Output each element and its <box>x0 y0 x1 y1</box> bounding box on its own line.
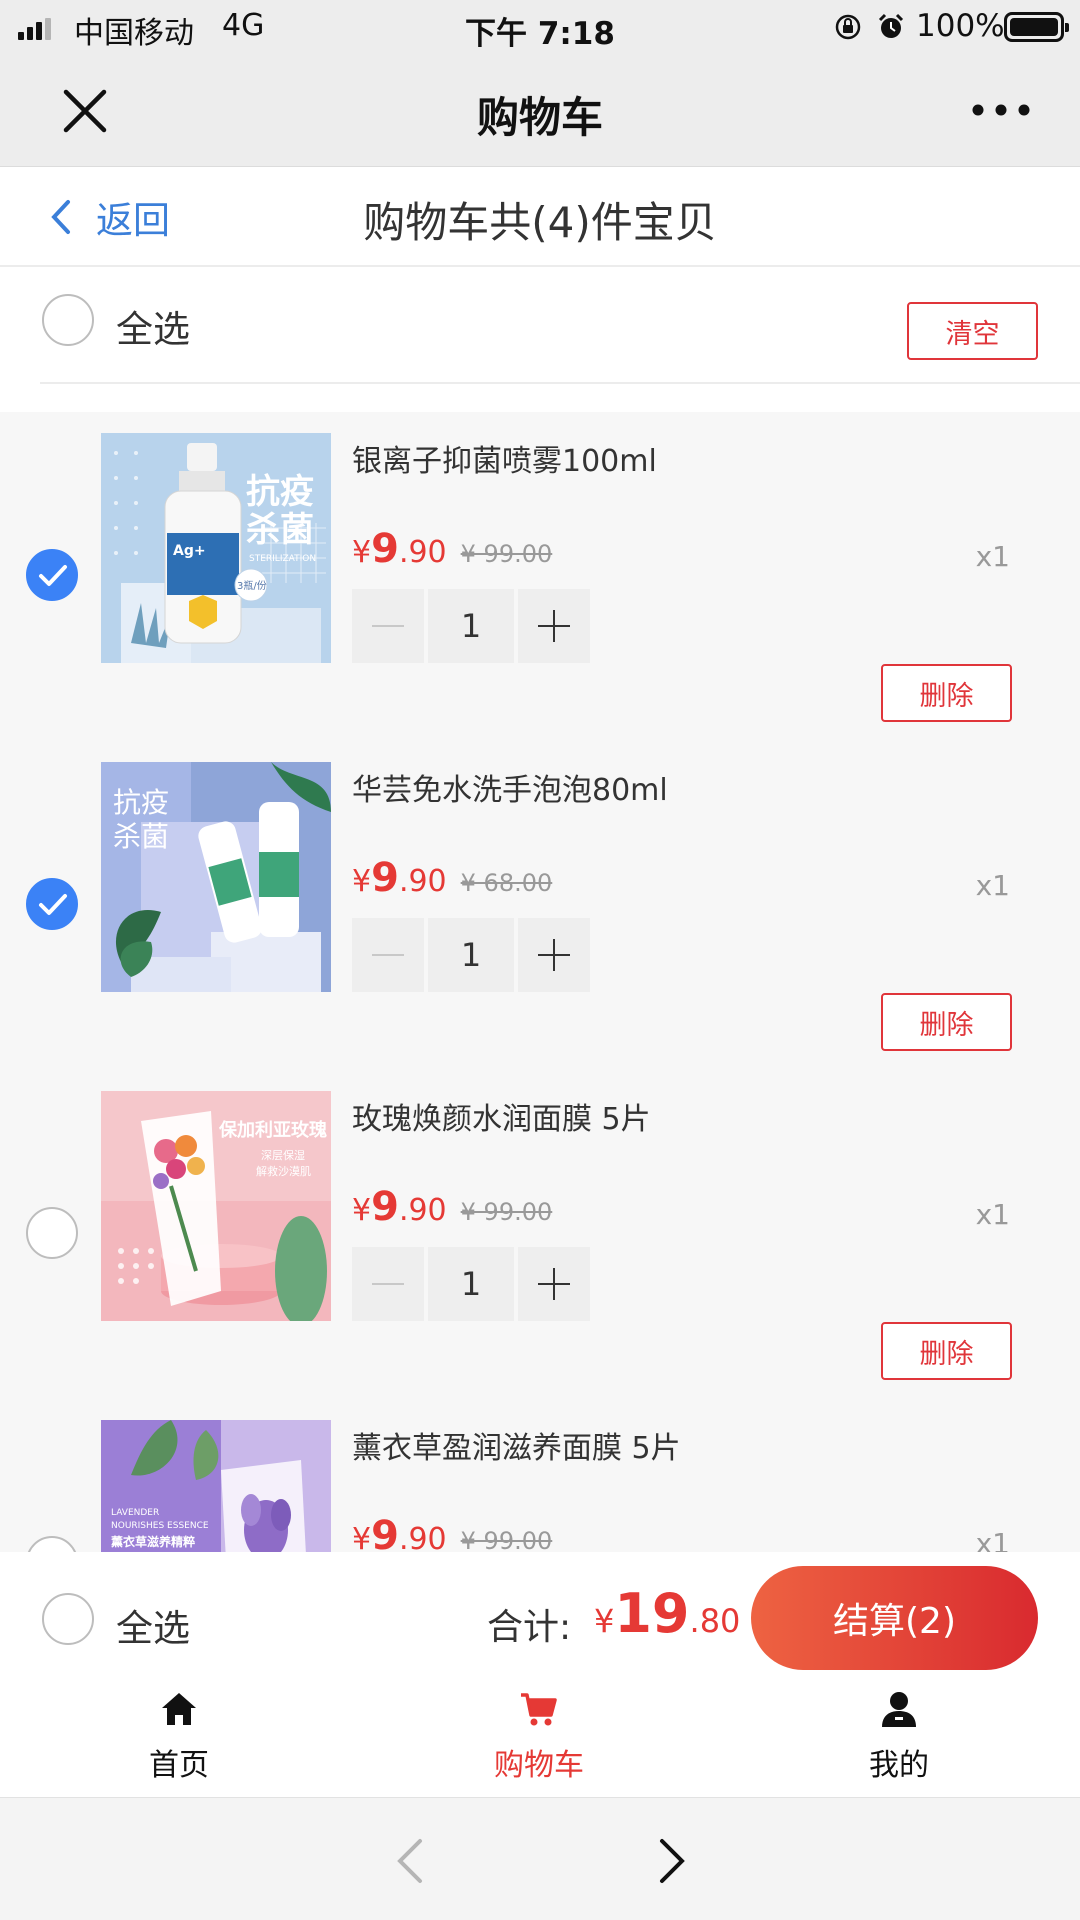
select-all-label: 全选 <box>116 308 190 351</box>
page-title: 购物车 <box>476 93 603 142</box>
browser-back-icon[interactable] <box>390 1838 430 1884</box>
browser-nav-bar <box>0 1798 1080 1920</box>
svg-text:解救沙漠肌: 解救沙漠肌 <box>256 1164 311 1178</box>
checkmark-icon <box>39 894 67 915</box>
plus-icon <box>538 610 570 642</box>
svg-text:杀菌: 杀菌 <box>246 510 314 550</box>
product-price: ¥9.90 ¥ 68.00 <box>352 855 553 901</box>
tab-label: 首页 <box>149 1748 209 1783</box>
cart-item: Ag+ 抗疫 杀菌 STERILIZATION 3瓶/份 银离子抑菌喷雾100m… <box>0 412 1080 741</box>
original-price: ¥ 99.00 <box>460 1527 553 1552</box>
original-price: ¥ 99.00 <box>460 540 553 568</box>
cart-item: 抗疫 杀菌 华芸免水洗手泡泡80ml ¥9.90 ¥ 68.00 x1 1 删除 <box>0 741 1080 1070</box>
tab-label: 购物车 <box>494 1748 584 1783</box>
minus-icon <box>372 1283 404 1285</box>
home-icon <box>162 1693 196 1725</box>
svg-text:薰衣草滋养精粹: 薰衣草滋养精粹 <box>111 1534 195 1549</box>
svg-text:LAVENDER: LAVENDER <box>111 1508 159 1518</box>
decrease-button[interactable] <box>352 589 424 663</box>
product-price: ¥9.90 ¥ 99.00 <box>352 526 553 572</box>
item-checkbox[interactable] <box>26 878 78 930</box>
svg-text:Ag+: Ag+ <box>173 543 206 559</box>
tab-label: 我的 <box>869 1748 929 1783</box>
quantity-stepper: 1 <box>352 918 590 992</box>
delete-button[interactable]: 删除 <box>881 1322 1012 1380</box>
svg-text:深层保湿: 深层保湿 <box>261 1148 305 1162</box>
quantity-value[interactable]: 1 <box>428 1247 514 1321</box>
product-name[interactable]: 银离子抑菌喷雾100ml <box>352 436 657 480</box>
product-image[interactable]: LAVENDER NOURISHES ESSENCE 薰衣草滋养精粹 <box>101 1420 331 1552</box>
item-checkbox[interactable] <box>26 549 78 601</box>
increase-button[interactable] <box>518 918 590 992</box>
minus-icon <box>372 625 404 627</box>
clear-cart-button[interactable]: 清空 <box>907 302 1038 360</box>
minus-icon <box>372 954 404 956</box>
svg-text:保加利亚玫瑰: 保加利亚玫瑰 <box>218 1119 327 1141</box>
increase-button[interactable] <box>518 589 590 663</box>
select-all-bar: 全选 清空 <box>0 267 1080 412</box>
delete-button[interactable]: 删除 <box>881 664 1012 722</box>
product-price: ¥9.90 ¥ 99.00 <box>352 1184 553 1230</box>
alarm-icon <box>878 13 904 38</box>
product-name[interactable]: 玫瑰焕颜水润面膜 5片 <box>352 1094 651 1138</box>
product-name[interactable]: 华芸免水洗手泡泡80ml <box>352 765 668 809</box>
svg-text:抗疫: 抗疫 <box>113 786 169 819</box>
product-image[interactable]: 抗疫 杀菌 <box>101 762 331 992</box>
orientation-lock-icon <box>835 14 861 40</box>
cart-header: 返回 购物车共(4)件宝贝 <box>0 167 1080 267</box>
quantity-stepper: 1 <box>352 589 590 663</box>
quantity-text: x1 <box>975 1527 1010 1552</box>
svg-text:STERILIZATION: STERILIZATION <box>249 554 316 564</box>
svg-text:NOURISHES ESSENCE: NOURISHES ESSENCE <box>111 1521 209 1531</box>
quantity-text: x1 <box>975 1198 1010 1231</box>
product-image[interactable]: Ag+ 抗疫 杀菌 STERILIZATION 3瓶/份 <box>101 433 331 663</box>
plus-icon <box>538 1268 570 1300</box>
product-price: ¥9.90 ¥ 99.00 <box>352 1513 552 1552</box>
status-bar: 中国移动 4G 下午 7:18 100% <box>0 0 1080 54</box>
increase-button[interactable] <box>518 1247 590 1321</box>
total-label: 合计: <box>487 1607 572 1648</box>
svg-text:抗疫: 抗疫 <box>246 472 314 512</box>
original-price: ¥ 68.00 <box>460 869 553 897</box>
quantity-value[interactable]: 1 <box>428 918 514 992</box>
checkmark-icon <box>39 565 67 586</box>
total-price: ¥19.80 <box>594 1582 741 1645</box>
tab-bar: 首页 购物车 我的 <box>0 1686 1080 1798</box>
cart-count-title: 购物车共(4)件宝贝 <box>363 198 717 247</box>
delete-button[interactable]: 删除 <box>881 993 1012 1051</box>
tab-home[interactable]: 首页 <box>79 1686 279 1798</box>
plus-icon <box>538 939 570 971</box>
product-image[interactable]: 保加利亚玫瑰 深层保湿 解救沙漠肌 <box>101 1091 331 1321</box>
nav-bar: 购物车 <box>0 54 1080 167</box>
decrease-button[interactable] <box>352 918 424 992</box>
quantity-value[interactable]: 1 <box>428 589 514 663</box>
quantity-text: x1 <box>975 540 1010 573</box>
cart-icon <box>521 1693 557 1726</box>
quantity-text: x1 <box>975 869 1010 902</box>
more-icon[interactable] <box>966 92 1036 128</box>
decrease-button[interactable] <box>352 1247 424 1321</box>
browser-forward-icon[interactable] <box>652 1838 692 1884</box>
item-checkbox[interactable] <box>26 1207 78 1259</box>
original-price: ¥ 99.00 <box>460 1198 553 1226</box>
svg-text:杀菌: 杀菌 <box>113 820 169 853</box>
cart-item: LAVENDER NOURISHES ESSENCE 薰衣草滋养精粹 薰衣草盈润… <box>0 1399 1080 1552</box>
product-name[interactable]: 薰衣草盈润滋养面膜 5片 <box>352 1423 681 1467</box>
checkout-bar: 全选 合计: ¥19.80 结算(2) <box>0 1552 1080 1686</box>
select-all-checkbox-bottom[interactable] <box>42 1593 94 1645</box>
checkout-button[interactable]: 结算(2) <box>751 1566 1038 1670</box>
svg-text:3瓶/份: 3瓶/份 <box>237 579 267 592</box>
tab-me[interactable]: 我的 <box>799 1686 999 1798</box>
select-all-checkbox[interactable] <box>42 294 94 346</box>
cart-item-list[interactable]: Ag+ 抗疫 杀菌 STERILIZATION 3瓶/份 银离子抑菌喷雾100m… <box>0 412 1080 1552</box>
divider <box>40 382 1080 384</box>
user-icon <box>882 1692 916 1727</box>
item-checkbox[interactable] <box>26 1536 78 1552</box>
battery-percent: 100% <box>916 8 1005 44</box>
tab-cart[interactable]: 购物车 <box>439 1686 639 1798</box>
cart-item: 保加利亚玫瑰 深层保湿 解救沙漠肌 玫瑰焕颜水润面膜 5片 ¥9.90 ¥ 99… <box>0 1070 1080 1399</box>
quantity-stepper: 1 <box>352 1247 590 1321</box>
select-all-label: 全选 <box>116 1607 190 1650</box>
battery-icon <box>1004 12 1069 42</box>
